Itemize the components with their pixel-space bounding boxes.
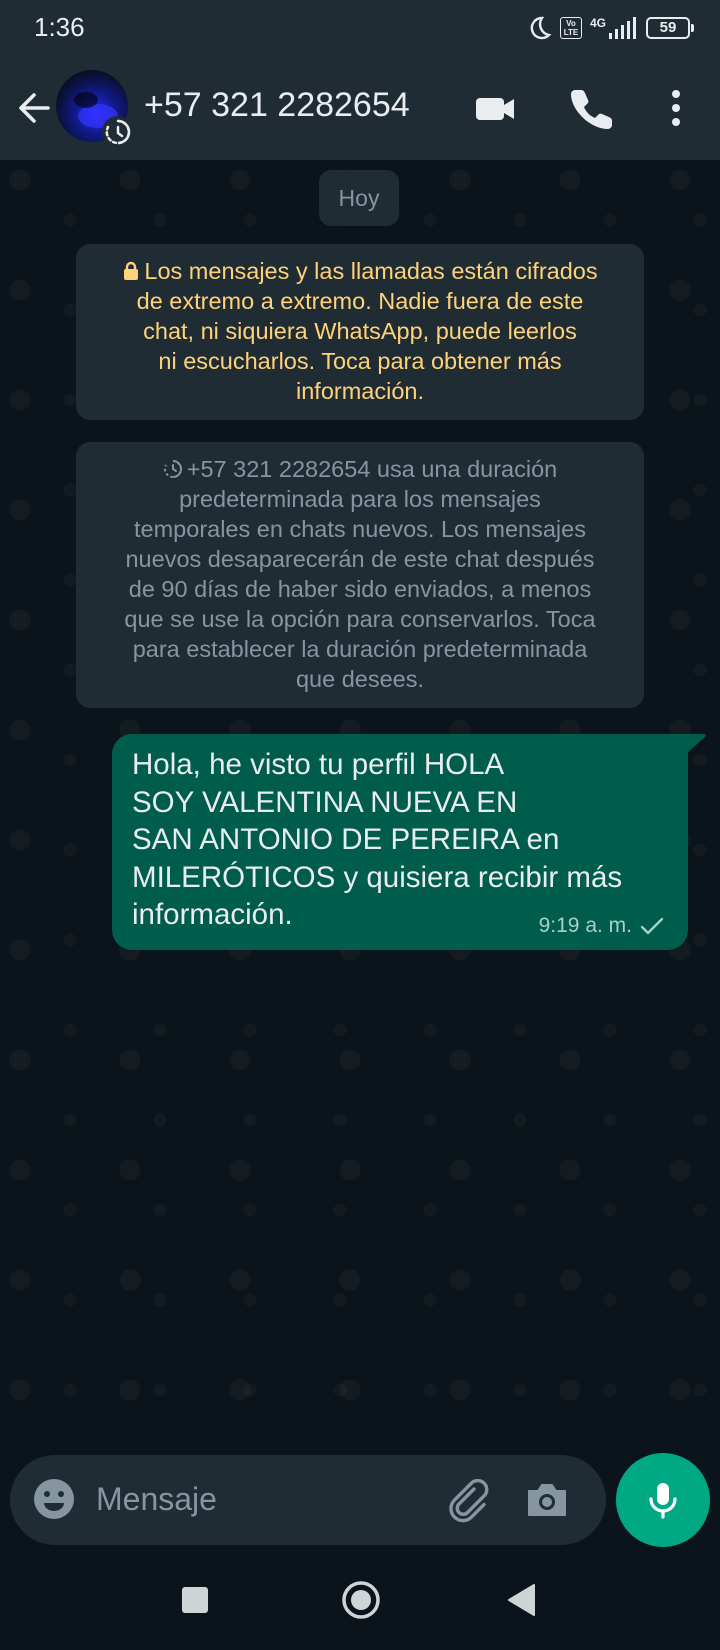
- home-button[interactable]: [340, 1579, 382, 1621]
- message-text: Hola, he visto tu perfil HOLA SOY VALENT…: [132, 746, 652, 934]
- chat-area[interactable]: Hoy Los mensajes y las llamadas están ci…: [0, 160, 720, 1455]
- timer-icon: [163, 460, 182, 478]
- message-time: 9:19 a. m.: [538, 914, 632, 937]
- disappearing-timer-badge: [102, 116, 134, 148]
- chat-header: +57 321 2282654: [0, 56, 720, 160]
- ephemeral-line: temporales en chats nuevos. Los mensajes: [134, 516, 586, 542]
- ephemeral-line: para establecer la duración predetermina…: [132, 636, 588, 662]
- encryption-line: información.: [296, 378, 424, 404]
- status-icons: Vo LTE 4G 59: [526, 14, 694, 42]
- message-input[interactable]: [96, 1475, 426, 1523]
- network-type-label: 4G: [589, 16, 606, 30]
- encryption-line: Los mensajes y las llamadas están cifrad…: [92, 256, 628, 286]
- sent-check-icon: [640, 917, 664, 935]
- more-options-icon[interactable]: [652, 84, 700, 132]
- ephemeral-line: que desees.: [295, 666, 425, 692]
- microphone-icon: [649, 1483, 677, 1519]
- message-line: MILERÓTICOS y quisiera recibir más: [132, 860, 623, 894]
- video-call-icon[interactable]: [472, 84, 520, 132]
- voice-call-icon[interactable]: [568, 84, 616, 132]
- message-line: SAN ANTONIO DE PEREIRA en: [132, 823, 560, 856]
- disappearing-messages-notice[interactable]: +57 321 2282654 usa una duración predete…: [76, 442, 644, 708]
- attach-clip-icon[interactable]: [444, 1475, 494, 1525]
- contact-name[interactable]: +57 321 2282654: [144, 86, 410, 125]
- ephemeral-line: de 90 días de haber sido enviados, a men…: [128, 576, 592, 602]
- message-line: Hola, he visto tu perfil HOLA: [132, 748, 505, 781]
- lock-icon: [124, 261, 139, 280]
- encryption-notice[interactable]: Los mensajes y las llamadas están cifrad…: [76, 244, 644, 420]
- emoji-icon[interactable]: [30, 1475, 78, 1523]
- ephemeral-line: nuevos desaparecerán de este chat despué…: [125, 546, 595, 572]
- timer-icon: [105, 119, 131, 145]
- recent-apps-button[interactable]: [182, 1587, 208, 1613]
- ephemeral-line: predeterminada para los mensajes: [179, 486, 541, 512]
- volte-icon: Vo LTE: [559, 17, 582, 39]
- message-meta: 9:19 a. m.: [539, 914, 664, 938]
- back-arrow-icon[interactable]: [14, 86, 54, 130]
- date-chip: Hoy: [319, 170, 399, 226]
- nav-back-icon[interactable]: [506, 1582, 538, 1618]
- message-composer: [10, 1455, 606, 1545]
- bubble-tail: [686, 734, 706, 754]
- voice-message-button[interactable]: [616, 1453, 710, 1547]
- system-nav-bar: [0, 1552, 720, 1650]
- status-bar: 1:36 Vo LTE 4G 59: [0, 0, 720, 56]
- outgoing-message-bubble[interactable]: Hola, he visto tu perfil HOLA SOY VALENT…: [112, 734, 706, 950]
- message-line: SOY VALENTINA NUEVA EN: [132, 785, 518, 819]
- encryption-line: chat, ni siquiera WhatsApp, puede leerlo…: [143, 318, 577, 344]
- encryption-line: ni escucharlos. Toca para obtener más: [158, 348, 562, 374]
- do-not-disturb-moon-icon: [530, 16, 552, 40]
- camera-icon[interactable]: [522, 1475, 572, 1525]
- status-time: 1:36: [34, 12, 85, 42]
- ephemeral-line: que se use la opción para conservarlos. …: [124, 606, 596, 632]
- ephemeral-line: +57 321 2282654 usa una duración: [92, 454, 628, 484]
- battery-indicator: 59: [646, 17, 694, 39]
- encryption-line: de extremo a extremo. Nadie fuera de est…: [136, 288, 584, 314]
- signal-strength-icon: [609, 17, 636, 39]
